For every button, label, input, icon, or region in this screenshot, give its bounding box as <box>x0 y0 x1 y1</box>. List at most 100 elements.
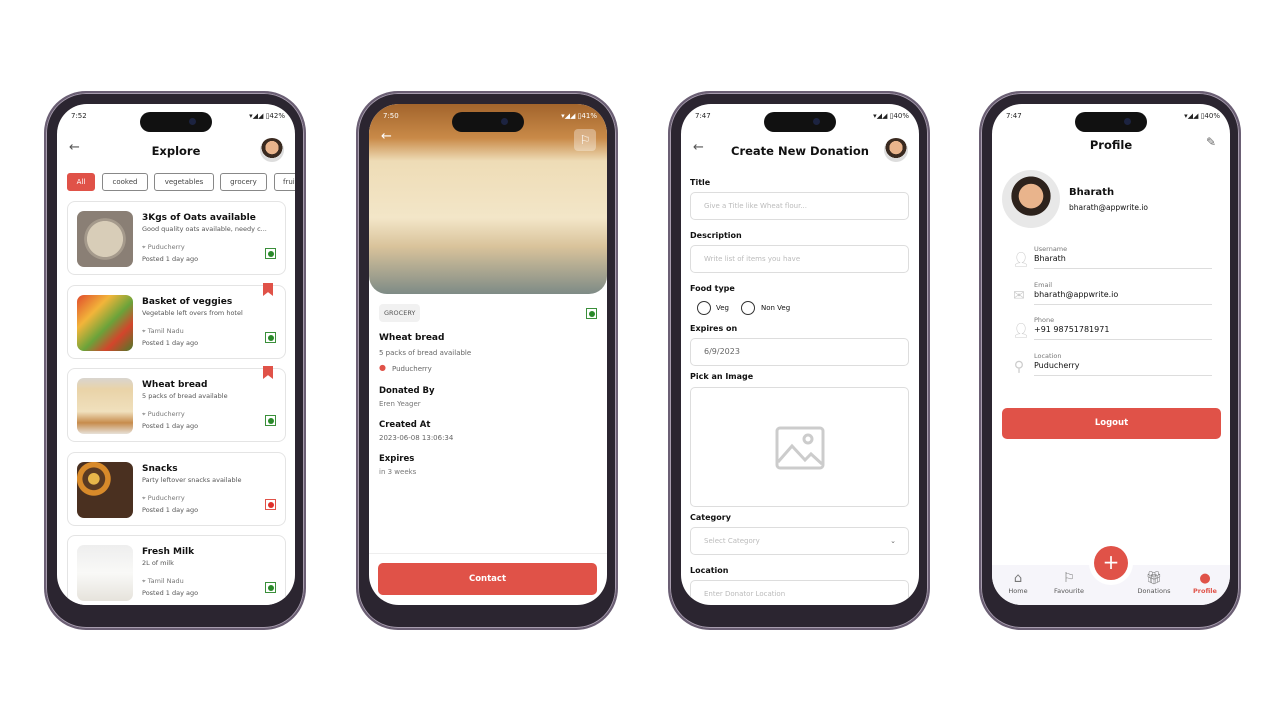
expires-input[interactable]: 6/9/2023 <box>690 338 909 366</box>
veg-icon <box>265 582 276 593</box>
chip-vegetables[interactable]: vegetables <box>154 173 214 191</box>
status-icons: ▾◢◢ ▯40% <box>873 112 909 120</box>
explore-screen: 7:52 ▾◢◢ ▯42% ← Explore All cooked veget… <box>57 104 295 605</box>
back-arrow-icon[interactable]: ← <box>381 129 392 144</box>
status-time: 7:52 <box>71 112 87 120</box>
chip-fruits[interactable]: fruits <box>274 173 295 191</box>
card-desc: Good quality oats available, needy c... <box>142 225 267 233</box>
image-picker[interactable] <box>690 387 909 507</box>
field-value: bharath@appwrite.io <box>1034 290 1119 299</box>
edit-icon[interactable]: ✎ <box>1206 135 1216 149</box>
profile-name: Bharath <box>1069 187 1115 198</box>
status-time: 7:47 <box>1006 112 1022 120</box>
food-thumbnail <box>77 211 133 267</box>
dynamic-island <box>1075 112 1147 132</box>
veg-radio-label: Veg <box>716 304 729 312</box>
dynamic-island <box>764 112 836 132</box>
gift-icon: 🎁︎ <box>1145 571 1163 586</box>
card-location: Puducherry <box>147 494 185 502</box>
contact-button[interactable]: Contact <box>378 563 597 595</box>
person-icon: ● <box>1199 571 1211 586</box>
field-underline <box>1034 304 1212 305</box>
field-underline <box>1034 375 1212 376</box>
phone-explore: 7:52 ▾◢◢ ▯42% ← Explore All cooked veget… <box>44 91 306 630</box>
field-label: Email <box>1034 281 1053 289</box>
card-desc: Vegetable left overs from hotel <box>142 309 243 317</box>
status-time: 7:50 <box>383 112 399 120</box>
nav-home[interactable]: ⌂ Home <box>995 571 1041 595</box>
chip-all[interactable]: All <box>67 173 95 191</box>
card-posted: Posted 1 day ago <box>142 422 199 430</box>
location-pin-icon: ● <box>379 363 386 372</box>
card-title: Wheat bread <box>142 380 208 390</box>
card-title: Snacks <box>142 464 178 474</box>
donation-card[interactable]: Wheat bread 5 packs of bread available ⌖… <box>67 366 286 442</box>
food-thumbnail <box>77 462 133 518</box>
veg-icon <box>265 248 276 259</box>
bookmark-icon[interactable] <box>263 366 273 379</box>
card-title: Basket of veggies <box>142 297 233 307</box>
divider <box>369 553 607 554</box>
home-icon: ⌂ <box>1013 571 1023 586</box>
card-title: Fresh Milk <box>142 547 195 557</box>
bookmark-icon: ⚐ <box>1063 571 1075 586</box>
field-value: +91 98751781971 <box>1034 325 1110 334</box>
avatar[interactable] <box>884 138 908 162</box>
field-value: Puducherry <box>1034 361 1080 370</box>
field-label: Location <box>1034 352 1062 360</box>
field-label: Phone <box>1034 316 1055 324</box>
image-placeholder-icon <box>775 426 825 470</box>
page-title: Profile <box>1089 138 1133 152</box>
nav-donations[interactable]: 🎁︎ Donations <box>1131 571 1177 595</box>
bookmark-icon[interactable]: ⚐ <box>574 129 596 151</box>
nav-favourite[interactable]: ⚐ Favourite <box>1046 571 1092 595</box>
dynamic-island <box>140 112 212 132</box>
status-time: 7:47 <box>695 112 711 120</box>
status-icons: ▾◢◢ ▯40% <box>1184 112 1220 120</box>
food-type-label: Food type <box>690 284 735 293</box>
description-label: Description <box>690 231 742 240</box>
expires-value: in 3 weeks <box>379 468 417 476</box>
donation-card[interactable]: Snacks Party leftover snacks available ⌖… <box>67 452 286 526</box>
card-location: Puducherry <box>147 410 185 418</box>
category-badge: GROCERY <box>379 304 421 322</box>
expires-label: Expires on <box>690 324 738 333</box>
nav-label: Home <box>1008 587 1028 595</box>
add-donation-fab[interactable]: + <box>1094 546 1128 580</box>
veg-radio[interactable] <box>697 301 711 315</box>
location-input[interactable]: Enter Donator Location <box>690 580 909 605</box>
chip-grocery[interactable]: grocery <box>220 173 267 191</box>
phone-create: 7:47 ▾◢◢ ▯40% ← Create New Donation Titl… <box>668 91 930 630</box>
user-shield-icon: 👤︎ <box>1012 252 1030 268</box>
mail-icon: ✉ <box>1013 288 1025 304</box>
field-value: Bharath <box>1034 254 1066 263</box>
donation-card[interactable]: Basket of veggies Vegetable left overs f… <box>67 283 286 359</box>
created-at-value: 2023-06-08 13:06:34 <box>379 434 454 442</box>
expires-label: Expires <box>379 454 415 464</box>
category-placeholder: Select Category <box>704 537 760 545</box>
nonveg-radio[interactable] <box>741 301 755 315</box>
chip-cooked[interactable]: cooked <box>102 173 148 191</box>
status-icons: ▾◢◢ ▯41% <box>561 112 597 120</box>
avatar[interactable] <box>260 138 284 162</box>
card-location: Tamil Nadu <box>147 577 184 585</box>
logout-button[interactable]: Logout <box>1002 408 1221 439</box>
food-thumbnail <box>77 545 133 601</box>
food-thumbnail <box>77 378 133 434</box>
phone-detail: 7:50 ▾◢◢ ▯41% ← ⚐ GROCERY Wheat bread 5 … <box>356 91 618 630</box>
bookmark-icon[interactable] <box>263 283 273 296</box>
dynamic-island <box>452 112 524 132</box>
field-label: Username <box>1034 245 1068 253</box>
nav-profile[interactable]: ● Profile <box>1182 571 1228 595</box>
title-input[interactable]: Give a Title like Wheat flour... <box>690 192 909 220</box>
location-pin-icon: ⚲ <box>1013 359 1025 375</box>
created-at-label: Created At <box>379 420 431 430</box>
donation-card[interactable]: Fresh Milk 2L of milk ⌖ Tamil Nadu Poste… <box>67 535 286 605</box>
category-select[interactable]: Select Category ⌄ <box>690 527 909 555</box>
create-screen: 7:47 ▾◢◢ ▯40% ← Create New Donation Titl… <box>681 104 919 605</box>
description-input[interactable]: Write list of items you have <box>690 245 909 273</box>
donation-card[interactable]: 3Kgs of Oats available Good quality oats… <box>67 201 286 275</box>
card-desc: 2L of milk <box>142 559 174 567</box>
image-label: Pick an Image <box>690 372 754 381</box>
nonveg-radio-label: Non Veg <box>761 304 791 312</box>
